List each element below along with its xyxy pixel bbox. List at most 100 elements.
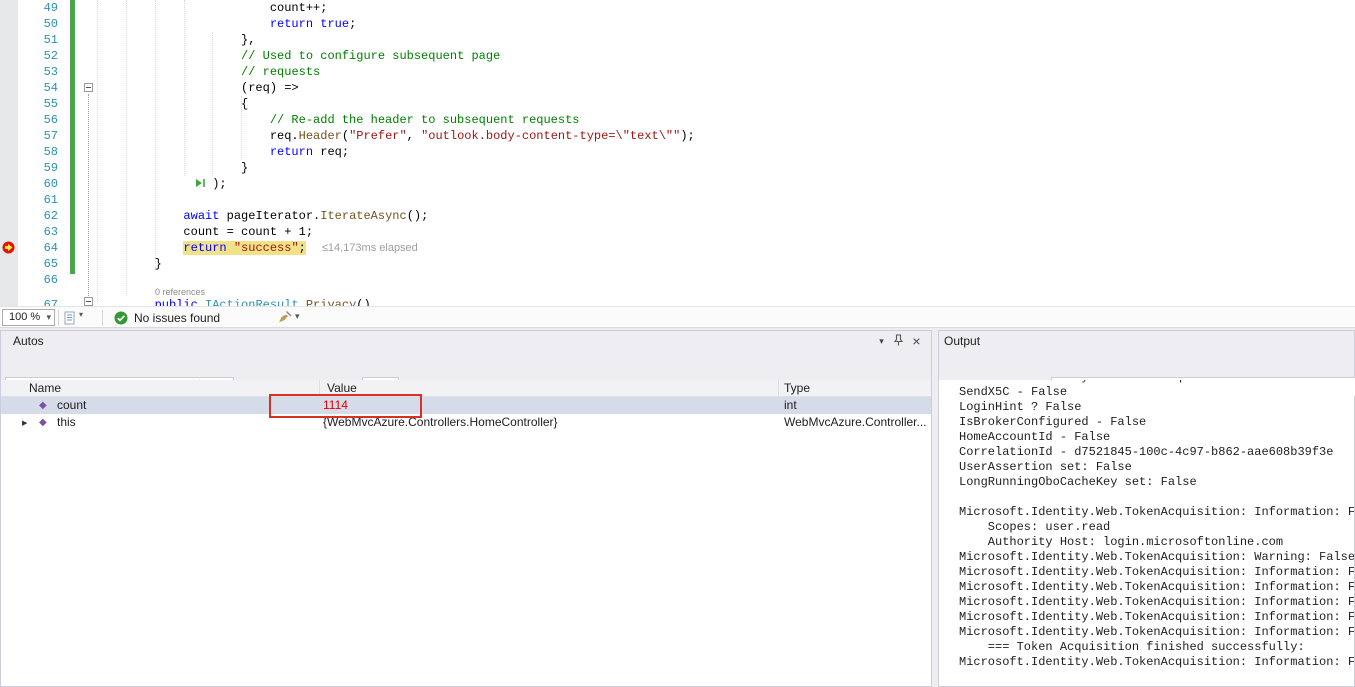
current-statement-highlight: return "success"; [183,241,306,255]
line-number: 51 [43,33,58,47]
change-tracking-bar [70,0,75,274]
code-line-52[interactable]: // Used to configure subsequent page [97,48,695,64]
output-line: Microsoft.Identity.Web.TokenAcquisition:… [959,565,1354,579]
output-line: IsBrokerConfigured - False [959,415,1147,429]
variable-name: count [57,398,87,412]
output-toolbar: Show output from: Debug ▾ [939,352,1355,397]
output-line: HomeAccountId - False [959,430,1111,444]
output-line: Microsoft.Identity.Web.TokenAcquisition:… [959,580,1354,594]
output-title-bar[interactable]: Output [939,331,1354,352]
variable-icon: ◆ [39,400,47,411]
column-separator[interactable] [778,380,779,397]
line-number: 58 [43,145,58,159]
code-text-area[interactable]: count++; return true; }, // Used to conf… [97,0,695,306]
code-line-60[interactable]: ); [97,176,695,192]
variable-name: this [57,415,76,429]
code-line-54[interactable]: (req) => [97,80,695,96]
code-line-55[interactable]: { [97,96,695,112]
current-statement-breakpoint-icon[interactable] [2,241,15,254]
output-line: Microsoft.Identity.Web.TokenAcquisition:… [959,610,1354,624]
window-position-chevron-icon[interactable]: ▾ [874,334,889,349]
line-number: 50 [43,17,58,31]
autos-toolbar: ▾ ↑ ↓ Search Depth: 3 ▾ ab [1,352,931,397]
breakpoint-margin[interactable] [0,0,18,306]
column-header-type[interactable]: Type [784,380,810,396]
perf-tip: ≤14,173ms elapsed [321,242,418,254]
output-line: SendX5C - False [959,385,1068,399]
codelens-references[interactable]: 0 references [97,288,695,297]
line-number: 63 [43,225,58,239]
code-line-59[interactable]: } [97,160,695,176]
code-line-57[interactable]: req.Header("Prefer", "outlook.body-conte… [97,128,695,144]
line-number: 66 [43,273,58,287]
output-panel: Output Show output from: Debug ▾ Microso… [938,330,1355,687]
code-line-51[interactable]: }, [97,32,695,48]
output-line: Microsoft.Identity.Web.TokenAcquisition:… [959,550,1354,564]
chevron-down-icon: ▾ [79,310,84,319]
fold-structure-line [88,94,89,296]
line-number: 52 [43,49,58,63]
code-line-53[interactable]: // requests [97,64,695,80]
variable-icon: ◆ [39,417,47,428]
output-line: === Token Acquisition finished successfu… [959,640,1305,654]
autos-title-bar[interactable]: Autos ▾ × [1,331,931,352]
line-number: 62 [43,209,58,223]
fold-collapse-icon[interactable] [84,83,93,92]
output-line: CorrelationId - d7521845-100c-4c97-b862-… [959,445,1334,459]
expander-icon[interactable]: ▶ [22,415,27,432]
value-annotation-box [269,394,422,418]
code-line-65[interactable]: } [97,256,695,272]
code-line-56[interactable]: // Re-add the header to subsequent reque… [97,112,695,128]
close-window-icon[interactable]: × [909,334,924,349]
variable-type: WebMvcAzure.Controller... [784,415,927,429]
line-number: 54 [43,81,58,95]
zoom-level-dropdown[interactable]: 100 % ▾ [2,309,55,326]
line-number-gutter: 49 50 51 52 53 54 55 56 57 58 59 60 61 62 63 64 65 66 67 [18,0,60,306]
line-number: 59 [43,161,58,175]
line-number: 61 [43,193,58,207]
column-header-name[interactable]: Name [29,380,61,396]
line-number: 64 [43,241,58,255]
chevron-down-icon[interactable]: ▾ [295,311,300,322]
separator [58,310,59,326]
autos-title: Autos [13,334,44,348]
line-number: 60 [43,177,58,191]
line-number: 56 [43,113,58,127]
code-cleanup-broom-icon[interactable] [277,310,293,326]
pin-window-icon[interactable] [891,334,906,349]
code-line-62[interactable]: await pageIterator.IterateAsync(); [97,208,695,224]
gutter-spacer [18,288,60,297]
grid-header: Name Value Type [1,380,931,397]
visual-studio-window: 49 50 51 52 53 54 55 56 57 58 59 60 61 62 63 64 65 66 67 c… [0,0,1355,687]
output-title: Output [944,334,981,348]
line-number: 49 [43,1,58,15]
code-line-67[interactable]: public IActionResult Privacy() [97,297,695,306]
code-line-49[interactable]: count++; [97,0,695,16]
zoom-level-value: 100 % [9,311,41,323]
code-line-64[interactable]: return "success"; ≤14,173ms elapsed [97,240,695,256]
run-marker-icon[interactable] [195,178,206,188]
code-line-50[interactable]: return true; [97,16,695,32]
document-health-icon[interactable] [64,311,76,325]
line-number: 55 [43,97,58,111]
output-line: LongRunningOboCacheKey set: False [959,475,1197,489]
no-issues-check-icon [114,311,128,325]
code-line-61[interactable] [97,192,695,208]
output-line: Microsoft.Identity.Web.TokenAcquisition:… [959,655,1354,669]
variable-row-count[interactable]: ◆ count 1114 int [1,397,931,414]
output-line: Scopes: user.read [959,520,1111,534]
code-line-66[interactable] [97,272,695,288]
output-line: Microsoft.Identity.Web.TokenAcquisition:… [959,595,1354,609]
code-line-58[interactable]: return req; [97,144,695,160]
line-number: 65 [43,257,58,271]
fold-collapse-icon[interactable] [84,297,93,306]
code-line-63[interactable]: count = count + 1; [97,224,695,240]
output-line: UserAssertion set: False [959,460,1132,474]
output-line: LoginHint ? False [959,400,1082,414]
variable-row-this[interactable]: ▶ ◆ this {WebMvcAzure.Controllers.HomeContr… [1,414,931,431]
chevron-down-icon: ▾ [46,312,51,322]
output-log[interactable]: Microsoft.Identity.Web.TokenAcquisition:… [939,380,1354,686]
output-line: Microsoft.Identity.Web.TokenAcquisition:… [959,505,1354,519]
code-editor[interactable]: 49 50 51 52 53 54 55 56 57 58 59 60 61 62 63 64 65 66 67 c… [0,0,1355,306]
